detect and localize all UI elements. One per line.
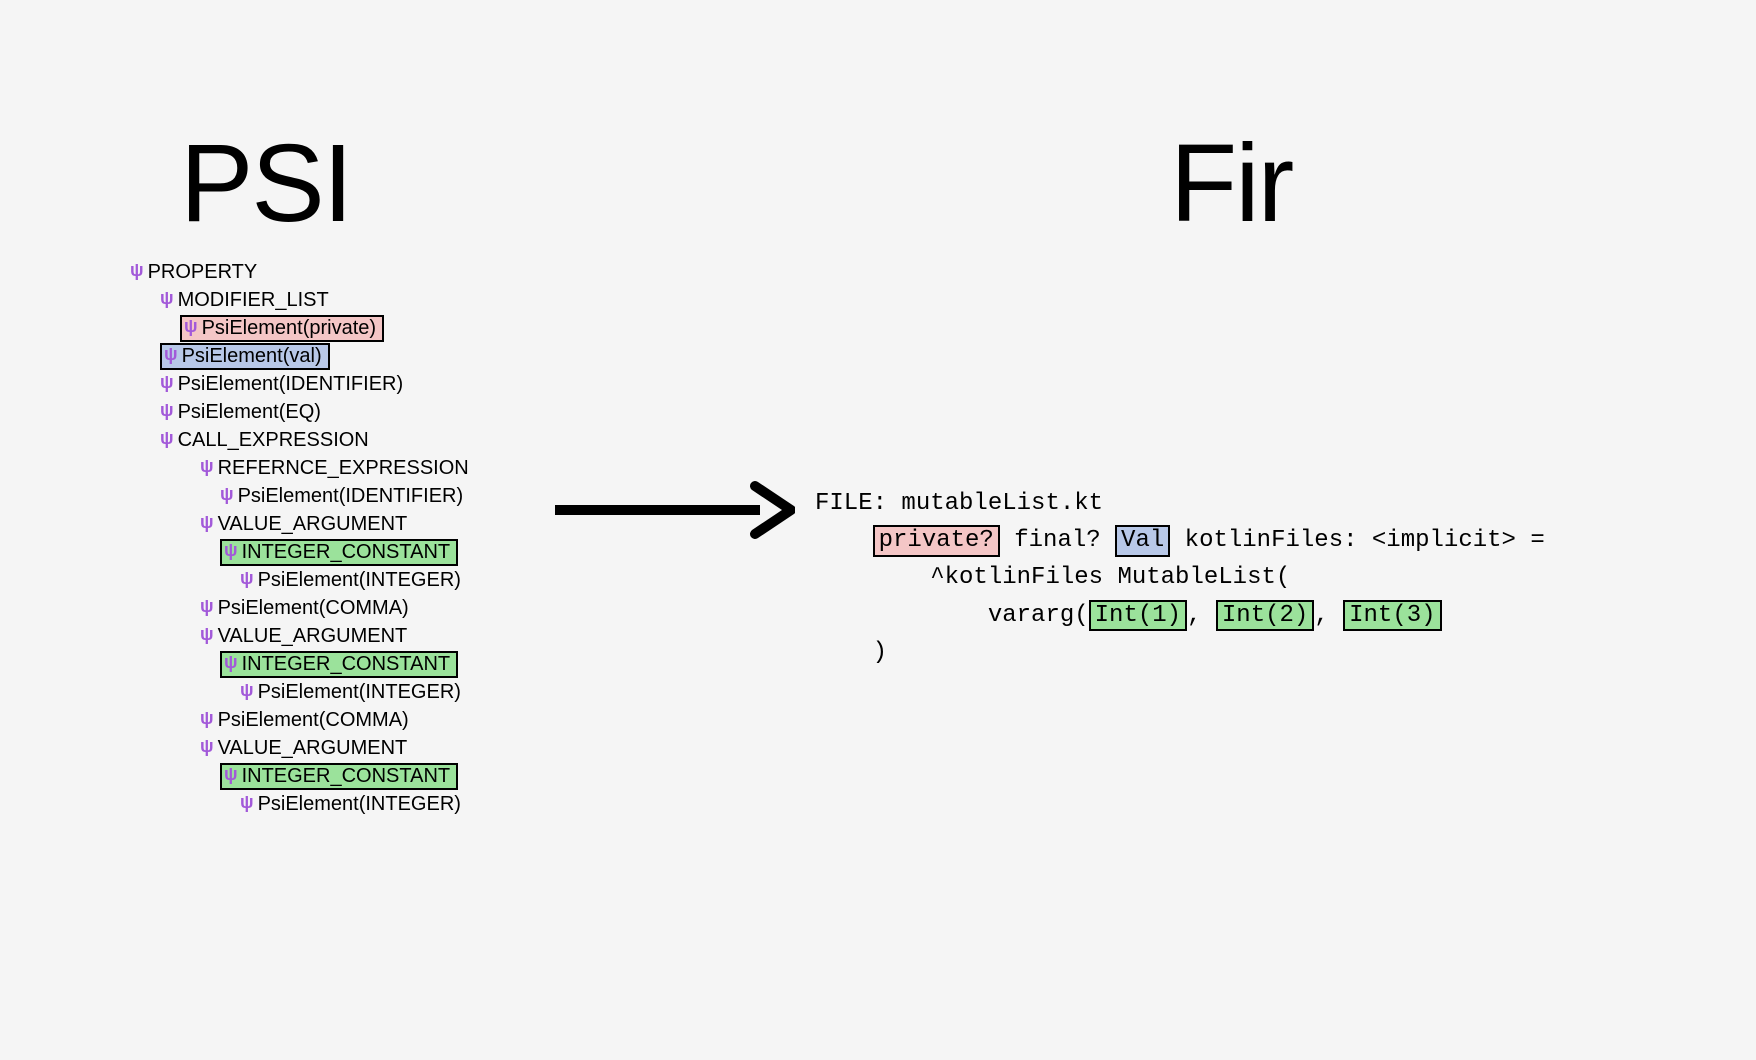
tree-row-value-arg: ψVALUE_ARGUMENT xyxy=(130,622,469,650)
highlight-pink: ψPsiElement(private) xyxy=(180,315,384,342)
psi-icon: ψ xyxy=(240,566,254,591)
highlight-pink: private? xyxy=(873,525,1000,557)
psi-icon: ψ xyxy=(224,538,238,563)
node-label: VALUE_ARGUMENT xyxy=(218,510,408,538)
psi-icon: ψ xyxy=(160,398,174,423)
tree-row-private: ψPsiElement(private) xyxy=(130,314,469,342)
psi-icon: ψ xyxy=(200,706,214,731)
tree-row-call-expr: ψCALL_EXPRESSION xyxy=(130,426,469,454)
psi-icon: ψ xyxy=(160,426,174,451)
fir-line-close: ) xyxy=(815,634,1545,671)
psi-icon: ψ xyxy=(200,622,214,647)
node-label: INTEGER_CONSTANT xyxy=(242,650,451,678)
tree-row-comma: ψPsiElement(COMMA) xyxy=(130,594,469,622)
highlight-green: ψINTEGER_CONSTANT xyxy=(220,539,458,566)
node-label: PsiElement(COMMA) xyxy=(218,706,409,734)
psi-icon: ψ xyxy=(220,482,234,507)
tree-row-value-arg: ψVALUE_ARGUMENT xyxy=(130,510,469,538)
text-decl-tail: kotlinFiles: <implicit> = xyxy=(1170,527,1544,554)
psi-icon: ψ xyxy=(130,258,144,283)
tree-row-int-const: ψINTEGER_CONSTANT xyxy=(130,650,469,678)
psi-icon: ψ xyxy=(240,790,254,815)
tree-row-property: ψPROPERTY xyxy=(130,258,469,286)
psi-icon: ψ xyxy=(200,510,214,535)
fir-block: FILE: mutableList.kt private? final? Val… xyxy=(815,485,1545,671)
tree-row-comma: ψPsiElement(COMMA) xyxy=(130,706,469,734)
psi-icon: ψ xyxy=(240,678,254,703)
text-close: ) xyxy=(873,639,887,666)
psi-icon: ψ xyxy=(200,734,214,759)
node-label: VALUE_ARGUMENT xyxy=(218,734,408,762)
highlight-green: Int(2) xyxy=(1216,600,1314,632)
tree-row-identifier: ψPsiElement(IDENTIFIER) xyxy=(130,370,469,398)
node-label: PsiElement(private) xyxy=(202,314,377,342)
psi-icon: ψ xyxy=(224,650,238,675)
text-caret: ^kotlinFiles MutableList( xyxy=(930,564,1290,591)
node-label: REFERNCE_EXPRESSION xyxy=(218,454,469,482)
highlight-green: ψINTEGER_CONSTANT xyxy=(220,651,458,678)
pad xyxy=(815,527,873,554)
psi-icon: ψ xyxy=(224,762,238,787)
tree-row-value-arg: ψVALUE_ARGUMENT xyxy=(130,734,469,762)
node-label: INTEGER_CONSTANT xyxy=(242,538,451,566)
node-label: CALL_EXPRESSION xyxy=(178,426,369,454)
highlight-blue: ψPsiElement(val) xyxy=(160,343,330,370)
tree-row-int-const: ψINTEGER_CONSTANT xyxy=(130,762,469,790)
node-label: PsiElement(INTEGER) xyxy=(258,790,461,818)
psi-icon: ψ xyxy=(200,594,214,619)
tree-row-int-leaf: ψPsiElement(INTEGER) xyxy=(130,566,469,594)
node-label: PROPERTY xyxy=(148,258,258,286)
fir-line-vararg: vararg(Int(1), Int(2), Int(3) xyxy=(815,597,1545,634)
node-label: PsiElement(EQ) xyxy=(178,398,321,426)
pad xyxy=(815,602,988,629)
tree-row-int-leaf: ψPsiElement(INTEGER) xyxy=(130,790,469,818)
tree-row-ref-expr: ψREFERNCE_EXPRESSION xyxy=(130,454,469,482)
fir-line-caret: ^kotlinFiles MutableList( xyxy=(815,559,1545,596)
psi-icon: ψ xyxy=(160,286,174,311)
text-vararg: vararg( xyxy=(988,602,1089,629)
node-label: PsiElement(INTEGER) xyxy=(258,678,461,706)
node-label: MODIFIER_LIST xyxy=(178,286,329,314)
pad xyxy=(815,639,873,666)
node-label: PsiElement(IDENTIFIER) xyxy=(178,370,404,398)
psi-tree: ψPROPERTY ψMODIFIER_LIST ψPsiElement(pri… xyxy=(130,258,469,818)
text-final: final? xyxy=(1000,527,1115,554)
text-sep: , xyxy=(1314,602,1343,629)
node-label: INTEGER_CONSTANT xyxy=(242,762,451,790)
psi-title: PSI xyxy=(180,120,351,247)
psi-icon: ψ xyxy=(200,454,214,479)
node-label: PsiElement(INTEGER) xyxy=(258,566,461,594)
highlight-green: Int(3) xyxy=(1343,600,1441,632)
node-label: PsiElement(COMMA) xyxy=(218,594,409,622)
tree-row-modifier-list: ψMODIFIER_LIST xyxy=(130,286,469,314)
pad xyxy=(815,564,930,591)
tree-row-val: ψPsiElement(val) xyxy=(130,342,469,370)
fir-line-decl: private? final? Val kotlinFiles: <implic… xyxy=(815,522,1545,559)
fir-line-file: FILE: mutableList.kt xyxy=(815,485,1545,522)
tree-row-int-leaf: ψPsiElement(INTEGER) xyxy=(130,678,469,706)
tree-row-ref-identifier: ψPsiElement(IDENTIFIER) xyxy=(130,482,469,510)
psi-icon: ψ xyxy=(184,314,198,339)
tree-row-eq: ψPsiElement(EQ) xyxy=(130,398,469,426)
fir-title: Fir xyxy=(1170,120,1292,247)
highlight-green: Int(1) xyxy=(1089,600,1187,632)
highlight-green: ψINTEGER_CONSTANT xyxy=(220,763,458,790)
node-label: PsiElement(IDENTIFIER) xyxy=(238,482,464,510)
text-sep: , xyxy=(1187,602,1216,629)
node-label: VALUE_ARGUMENT xyxy=(218,622,408,650)
psi-icon: ψ xyxy=(164,342,178,367)
highlight-blue: Val xyxy=(1115,525,1170,557)
psi-icon: ψ xyxy=(160,370,174,395)
arrow-icon xyxy=(555,480,795,540)
tree-row-int-const: ψINTEGER_CONSTANT xyxy=(130,538,469,566)
node-label: PsiElement(val) xyxy=(182,342,322,370)
